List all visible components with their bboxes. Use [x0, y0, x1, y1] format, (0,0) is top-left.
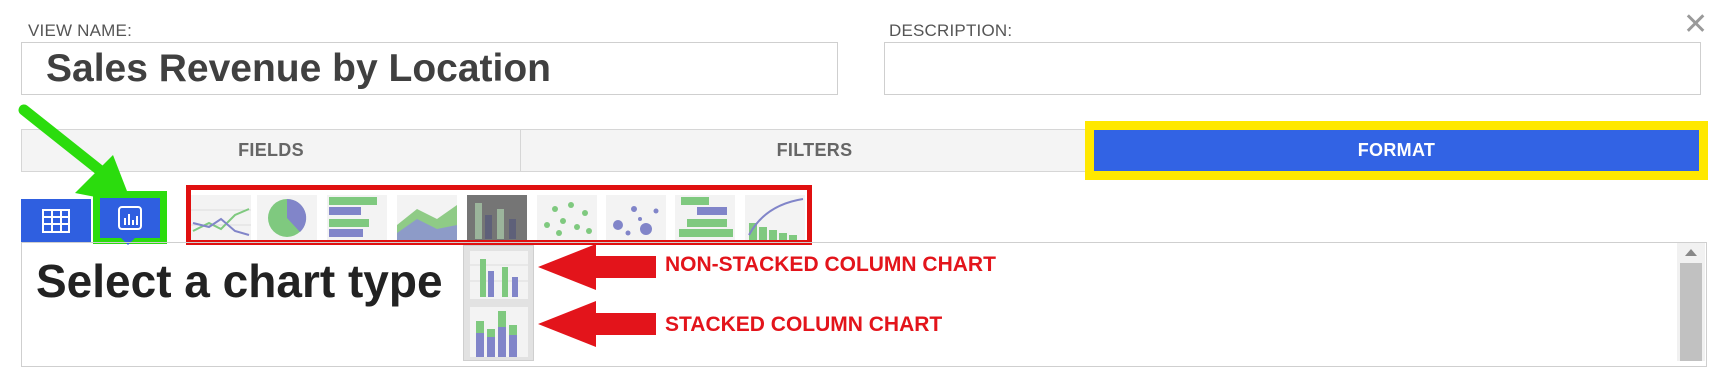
annotation-non-stacked-label: NON-STACKED COLUMN CHART — [665, 253, 996, 276]
description-label: DESCRIPTION: — [889, 21, 1013, 40]
annotation-stacked-label: STACKED COLUMN CHART — [665, 313, 943, 336]
scrollbar-thumb[interactable] — [1680, 263, 1702, 361]
stacked-column-option[interactable] — [470, 307, 528, 357]
table-grid-icon — [42, 208, 70, 233]
tab-filters[interactable]: FILTERS — [521, 130, 1108, 171]
view-name-label: VIEW NAME: — [28, 21, 133, 40]
scroll-up-icon[interactable] — [1685, 249, 1697, 256]
scrollbar[interactable] — [1677, 243, 1705, 361]
column-options-dropdown — [463, 245, 534, 361]
bar-chart-icon — [118, 206, 142, 230]
description-input[interactable] — [884, 42, 1701, 95]
annotation-box-red — [186, 185, 812, 245]
annotation-arrow-red-2 — [538, 301, 656, 347]
annotation-arrow-red-1 — [538, 244, 656, 290]
table-view-button[interactable] — [21, 199, 91, 242]
close-icon[interactable]: ✕ — [1683, 10, 1708, 40]
non-stacked-column-option[interactable] — [470, 251, 528, 299]
view-name-input[interactable]: Sales Revenue by Location — [21, 42, 838, 95]
tab-format[interactable]: FORMAT — [1085, 121, 1708, 180]
page-heading: Select a chart type — [36, 255, 443, 307]
chart-view-button[interactable] — [100, 198, 160, 238]
